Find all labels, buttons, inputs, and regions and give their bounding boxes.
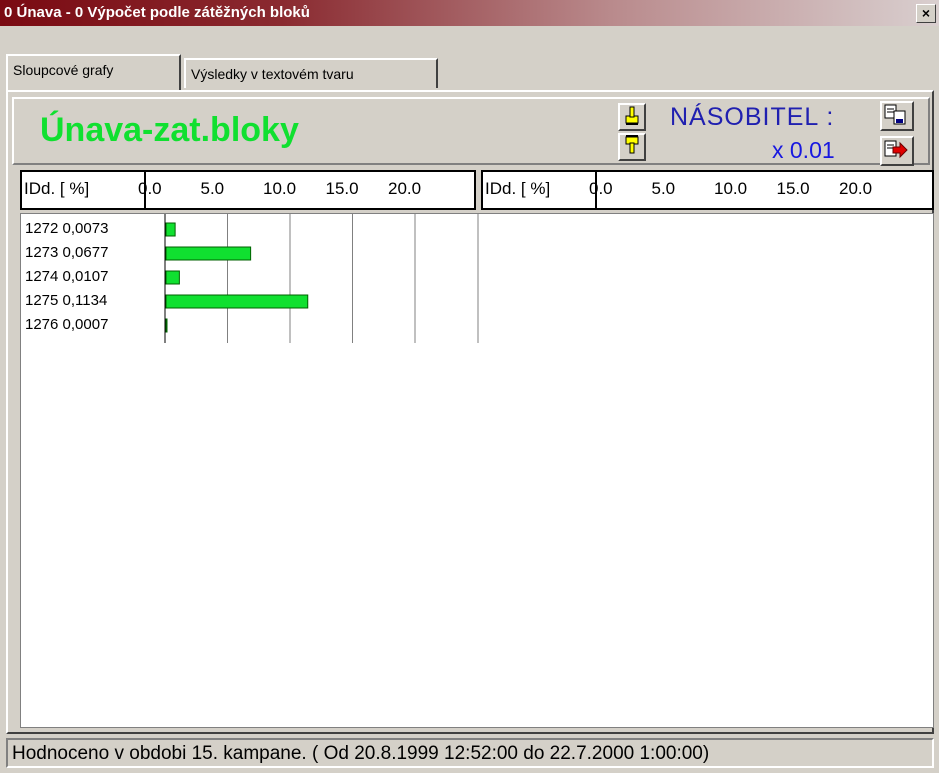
copy-button[interactable] — [880, 101, 914, 131]
tab-label: Výsledky v textovém tvaru — [191, 66, 354, 82]
bar-chart — [164, 214, 479, 343]
axis-header-left: IDd. [ %] 0.0 5.0 10.0 15.0 20.0 — [20, 170, 476, 210]
tick-label: 5.0 — [200, 179, 225, 198]
chart-title: Únava-zat.bloky — [40, 111, 299, 149]
bar-1273 — [165, 246, 252, 261]
tick-label: 10.0 — [714, 179, 748, 198]
bar-1272 — [165, 222, 176, 237]
row-label-1276: 1276 0,0007 — [25, 316, 109, 333]
multiplier-label: NÁSOBITEL : — [670, 103, 835, 131]
tab-text-results[interactable]: Výsledky v textovém tvaru — [184, 58, 438, 88]
axis-label: IDd. [ %] — [24, 179, 90, 198]
tab-bar-charts[interactable]: Sloupcové grafy — [6, 54, 181, 90]
close-button[interactable]: × — [916, 4, 936, 23]
tick-label: 10.0 — [263, 179, 297, 198]
tick-label: 20.0 — [839, 179, 873, 198]
status-text: Hodnoceno v obdobi 15. kampane. ( Od 20.… — [12, 743, 710, 764]
export-icon — [882, 140, 910, 166]
tick-label: 0.0 — [589, 179, 613, 198]
axis-divider — [144, 172, 146, 208]
hand-down-icon — [623, 135, 641, 159]
hand-up-icon — [623, 106, 641, 129]
axis-header-right: IDd. [ %] 0.0 5.0 10.0 15.0 20.0 — [481, 170, 934, 210]
export-button[interactable] — [880, 136, 914, 166]
axis-divider — [595, 172, 597, 208]
axis-label: IDd. [ %] — [485, 179, 551, 198]
tick-label: 15.0 — [776, 179, 810, 198]
tick-label: 15.0 — [325, 179, 359, 198]
scroll-up-button[interactable] — [618, 103, 646, 131]
row-label-1274: 1274 0,0107 — [25, 268, 109, 285]
row-label-1272: 1272 0,0073 — [25, 220, 109, 237]
row-label-1275: 1275 0,1134 — [25, 292, 108, 309]
bar-1276 — [165, 318, 168, 333]
bar-1274 — [165, 270, 180, 285]
tab-label: Sloupcové grafy — [13, 62, 114, 78]
copy-icon — [882, 104, 910, 131]
status-bar: Hodnoceno v obdobi 15. kampane. ( Od 20.… — [6, 738, 934, 768]
tick-label: 5.0 — [651, 179, 676, 198]
tick-label: 0.0 — [138, 179, 162, 198]
window-title: 0 Únava - 0 Výpočet podle zátěžných blok… — [4, 4, 310, 21]
chart-plot-area: 1272 0,0073 1273 0,0677 1274 0,0107 1275 0,… — [20, 213, 934, 728]
scroll-down-button[interactable] — [618, 133, 646, 161]
title-bar[interactable]: 0 Únava - 0 Výpočet podle zátěžných blok… — [0, 0, 939, 26]
bar-1275 — [165, 294, 309, 309]
multiplier-value: x 0.01 — [772, 137, 835, 163]
row-label-1273: 1273 0,0677 — [25, 244, 109, 261]
tick-label: 20.0 — [388, 179, 422, 198]
